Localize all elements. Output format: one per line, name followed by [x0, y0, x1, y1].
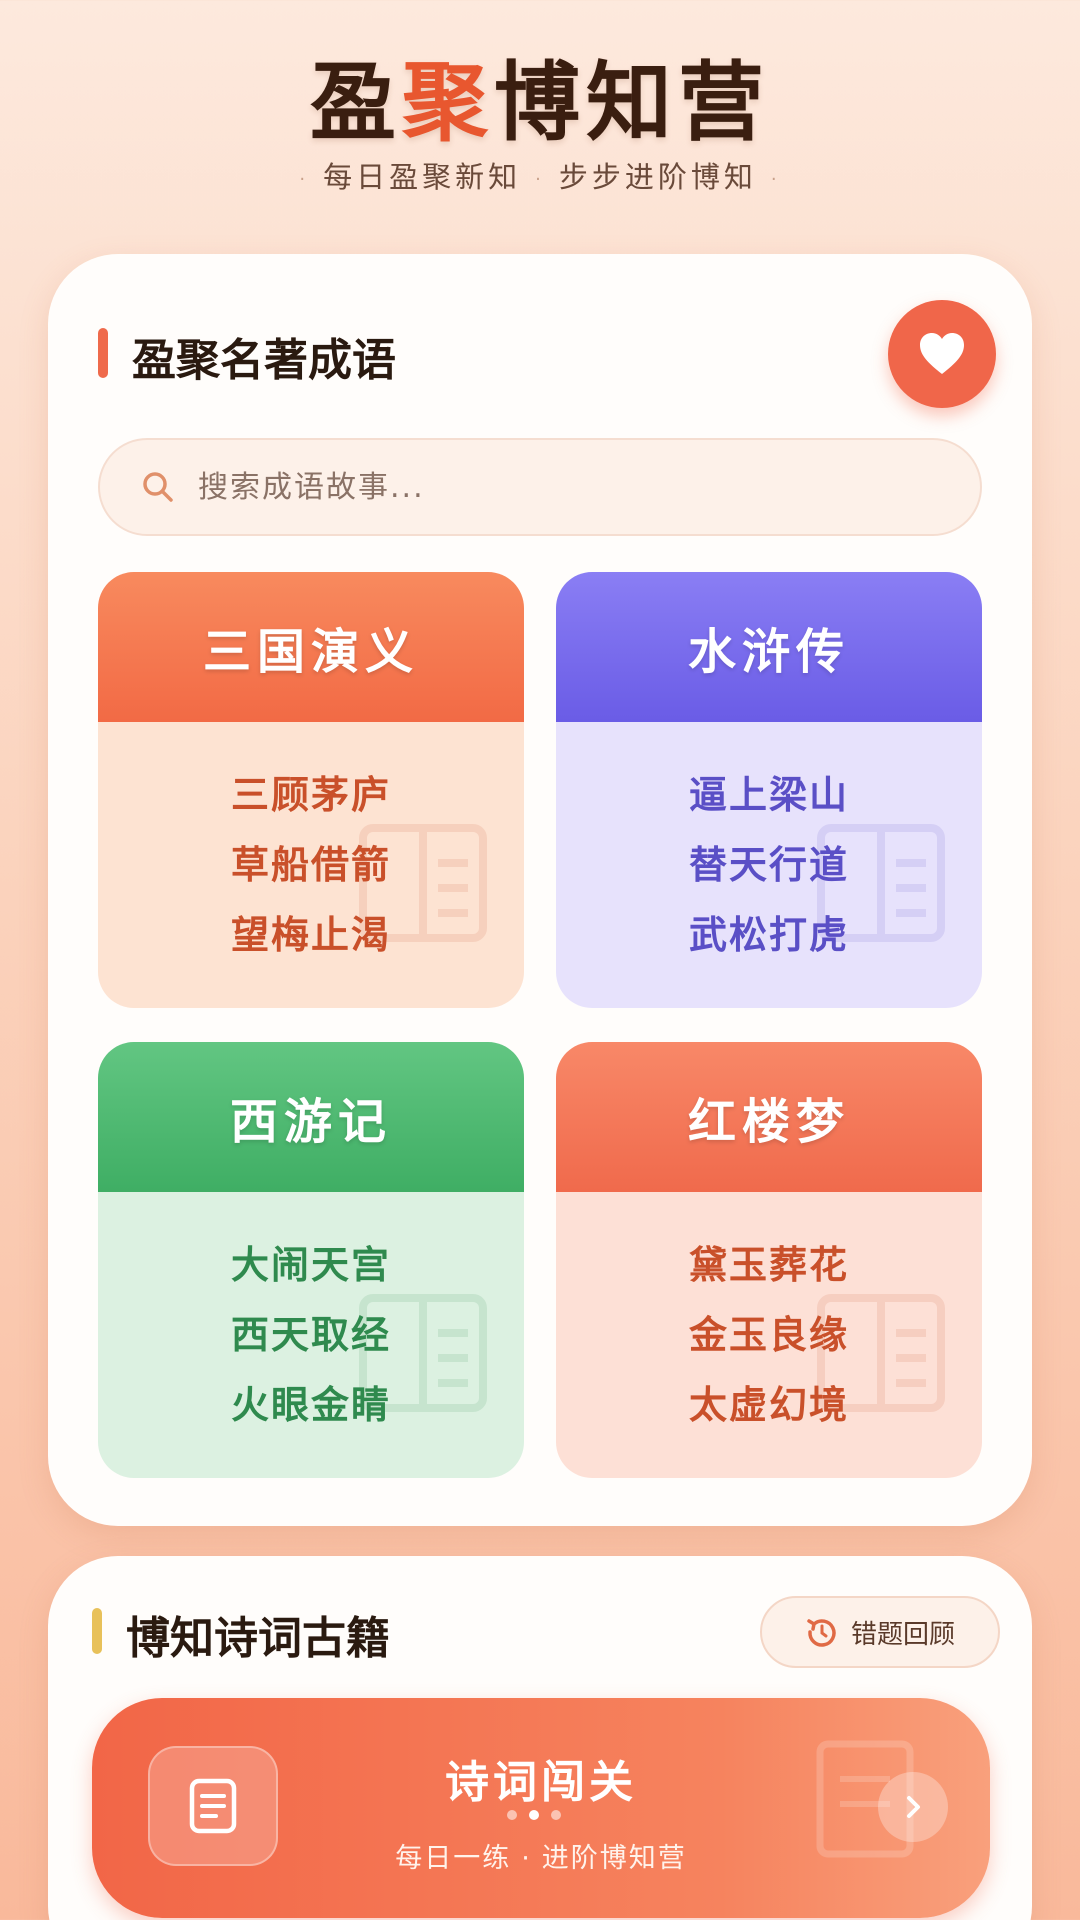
book-card-honglou[interactable]: 红楼梦 黛玉葬花 金玉良缘 太虚幻境 — [556, 1042, 982, 1478]
idiom-item[interactable]: 草船借箭 — [98, 830, 524, 900]
chevron-right-icon — [907, 1796, 920, 1818]
book-card-sanguo[interactable]: 三国演义 三顾茅庐 草船借箭 望梅止渴 — [98, 572, 524, 1008]
subtitle-dot: · — [299, 168, 310, 190]
section-accent-bar — [98, 328, 108, 378]
poetry-challenge-banner[interactable]: 诗词闯关 每日一练 · 进阶博知营 — [92, 1698, 990, 1918]
challenge-title: 诗词闯关 — [445, 1757, 637, 1808]
challenge-arrow-button[interactable] — [878, 1772, 948, 1842]
book-card-shuihu[interactable]: 水浒传 逼上梁山 替天行道 武松打虎 — [556, 572, 982, 1008]
search-icon — [143, 472, 173, 502]
review-button-label: 错题回顾 — [850, 1619, 955, 1650]
app-subtitle: · 每日盈聚新知 · 步步进阶博知 · — [0, 154, 1080, 196]
section-accent-bar — [92, 1608, 102, 1654]
app-title-part2: 博知营 — [494, 52, 770, 153]
history-icon — [807, 1619, 836, 1647]
book-title: 西游记 — [98, 1042, 524, 1192]
idiom-item[interactable]: 武松打虎 — [556, 900, 982, 970]
challenge-subtitle: 每日一练 · 进阶博知营 — [92, 1836, 990, 1875]
idiom-item[interactable]: 三顾茅庐 — [98, 760, 524, 830]
book-title: 水浒传 — [556, 572, 982, 722]
app-title-accent: 聚 — [402, 52, 494, 153]
app-title-part1: 盈 — [310, 52, 402, 153]
idiom-item[interactable]: 西天取经 — [98, 1300, 524, 1370]
book-card-xiyou[interactable]: 西游记 大闹天宫 西天取经 火眼金睛 — [98, 1042, 524, 1478]
book-body: 黛玉葬花 金玉良缘 太虚幻境 — [556, 1192, 982, 1478]
carousel-dot — [507, 1810, 517, 1820]
favorite-button[interactable] — [888, 300, 996, 408]
idiom-item[interactable]: 太虚幻境 — [556, 1370, 982, 1440]
idiom-item[interactable]: 替天行道 — [556, 830, 982, 900]
review-mistakes-button[interactable]: 错题回顾 — [760, 1596, 1000, 1668]
idioms-card: 盈聚名著成语 三国演义 三顾茅庐 草船借箭 望梅止渴 水浒传 — [48, 254, 1032, 1526]
app-title: 盈聚博知营 — [0, 32, 1080, 157]
poetry-card: 博知诗词古籍 错题回顾 诗词闯关 每日一练 · 进阶博知营 — [48, 1556, 1032, 1920]
search-input[interactable] — [198, 469, 958, 505]
idiom-item[interactable]: 望梅止渴 — [98, 900, 524, 970]
subtitle-left: 每日盈聚新知 — [323, 160, 522, 194]
book-body: 逼上梁山 替天行道 武松打虎 — [556, 722, 982, 1008]
idiom-item[interactable]: 金玉良缘 — [556, 1300, 982, 1370]
carousel-dot-active — [529, 1810, 539, 1820]
challenge-subtitle-sep: · — [521, 1843, 532, 1874]
book-title: 红楼梦 — [556, 1042, 982, 1192]
heart-icon — [920, 333, 964, 374]
poetry-section-title: 博知诗词古籍 — [126, 1613, 390, 1664]
challenge-subtitle-left: 每日一练 — [395, 1843, 512, 1874]
book-body: 三顾茅庐 草船借箭 望梅止渴 — [98, 722, 524, 1008]
idioms-section-title: 盈聚名著成语 — [132, 335, 396, 386]
carousel-dot — [551, 1810, 561, 1820]
challenge-subtitle-right: 进阶博知营 — [541, 1843, 687, 1874]
book-title: 三国演义 — [98, 572, 524, 722]
idiom-item[interactable]: 火眼金睛 — [98, 1370, 524, 1440]
subtitle-right: 步步进阶博知 — [558, 160, 757, 194]
book-body: 大闹天宫 西天取经 火眼金睛 — [98, 1192, 524, 1478]
subtitle-dot: · — [535, 168, 545, 190]
idiom-item[interactable]: 大闹天宫 — [98, 1230, 524, 1300]
idiom-item[interactable]: 逼上梁山 — [556, 760, 982, 830]
idiom-item[interactable]: 黛玉葬花 — [556, 1230, 982, 1300]
subtitle-dot: · — [770, 168, 781, 190]
carousel-dots — [507, 1810, 561, 1820]
search-bar[interactable] — [98, 438, 982, 536]
